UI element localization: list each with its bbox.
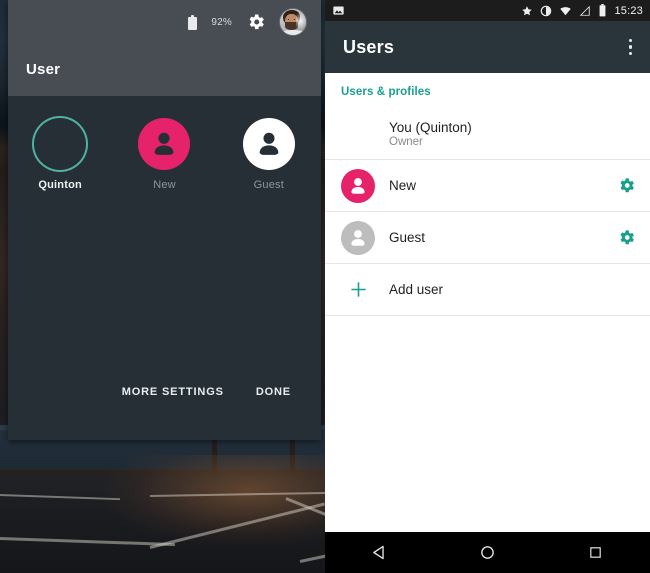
settings-content: Users & profiles You (Quinton) Owner New… bbox=[325, 73, 650, 316]
list-item-title: Add user bbox=[389, 282, 444, 297]
status-bar-clock: 15:23 bbox=[614, 4, 643, 17]
panel-actions: MORE SETTINGS DONE bbox=[8, 376, 321, 408]
user-switcher-panel: 92% User Quinton New Guest MORE SETTINGS… bbox=[8, 0, 321, 440]
user-tile-guest[interactable]: Guest bbox=[217, 118, 321, 191]
app-bar: Users bbox=[325, 21, 650, 73]
status-bar-system-icons: 15:23 bbox=[521, 4, 643, 17]
user-tile-label: New bbox=[153, 179, 176, 191]
recents-icon[interactable] bbox=[566, 532, 626, 573]
user-tile-new[interactable]: New bbox=[112, 118, 216, 191]
plus-icon bbox=[341, 280, 375, 299]
person-icon bbox=[341, 220, 375, 255]
list-item-title: Guest bbox=[389, 230, 426, 245]
panel-header: 92% User bbox=[8, 0, 321, 96]
section-header-users-profiles: Users & profiles bbox=[341, 86, 431, 98]
user-tile-label: Guest bbox=[253, 179, 284, 191]
gear-icon[interactable] bbox=[617, 176, 636, 195]
list-item-text: Guest bbox=[389, 230, 603, 245]
screenshot-icon bbox=[333, 6, 344, 15]
home-icon[interactable] bbox=[457, 532, 517, 573]
list-item-text: Add user bbox=[389, 282, 636, 297]
panel-title: User bbox=[26, 61, 61, 78]
done-button[interactable]: DONE bbox=[240, 376, 307, 408]
panel-status-row: 92% bbox=[188, 9, 306, 35]
star-icon bbox=[522, 5, 533, 15]
quick-settings-screen: 92% User Quinton New Guest MORE SETTINGS… bbox=[0, 0, 325, 573]
list-item-title: New bbox=[389, 178, 417, 193]
page-title: Users bbox=[343, 36, 395, 57]
list-item-add-user[interactable]: Add user bbox=[325, 264, 650, 316]
status-bar: 15:23 bbox=[325, 0, 650, 21]
list-item-title: You (Quinton) bbox=[389, 119, 472, 135]
battery-icon bbox=[600, 4, 606, 17]
list-item-text: New bbox=[389, 178, 603, 193]
list-item-new[interactable]: New bbox=[325, 160, 650, 212]
users-settings-screen: 15:23 Users Users & profiles You (Quinto… bbox=[325, 0, 650, 573]
back-glyph bbox=[372, 545, 384, 560]
user-tile-quinton[interactable]: Quinton bbox=[8, 118, 112, 191]
battery-percent-label: 92% bbox=[211, 16, 232, 28]
back-icon[interactable] bbox=[349, 532, 409, 573]
do-not-disturb-icon bbox=[541, 5, 552, 16]
person-glyph bbox=[155, 132, 174, 155]
avatar-quinton bbox=[341, 117, 375, 151]
wallpaper-road-line bbox=[299, 551, 325, 563]
person-glyph bbox=[351, 177, 365, 194]
avatar-quinton[interactable] bbox=[34, 118, 86, 170]
user-tile-label: Quinton bbox=[38, 179, 82, 191]
avatar-face bbox=[280, 9, 306, 35]
wifi-icon bbox=[560, 6, 572, 15]
kebab-menu-icon[interactable] bbox=[625, 33, 637, 62]
gear-icon[interactable] bbox=[617, 228, 636, 247]
avatar-quinton[interactable] bbox=[280, 9, 306, 35]
person-icon[interactable] bbox=[242, 118, 295, 170]
home-glyph bbox=[481, 546, 494, 559]
person-icon bbox=[341, 168, 375, 203]
list-item-text: You (Quinton) Owner bbox=[389, 120, 636, 148]
battery-icon bbox=[188, 14, 198, 30]
list-item-you[interactable]: You (Quinton) Owner bbox=[325, 108, 650, 160]
signal-icon bbox=[580, 5, 591, 16]
person-glyph bbox=[259, 132, 279, 155]
person-icon[interactable] bbox=[138, 118, 191, 170]
list-item-guest[interactable]: Guest bbox=[325, 212, 650, 264]
navigation-bar bbox=[325, 532, 650, 573]
recents-glyph bbox=[590, 547, 602, 558]
user-list: Quinton New Guest bbox=[8, 96, 321, 191]
wallpaper-road-line bbox=[0, 494, 120, 501]
more-settings-button[interactable]: MORE SETTINGS bbox=[106, 376, 240, 408]
status-bar-notifications bbox=[332, 4, 345, 17]
person-glyph bbox=[351, 229, 365, 246]
list-item-subtitle: Owner bbox=[389, 135, 423, 148]
gear-icon[interactable] bbox=[246, 12, 266, 32]
screenshot-stage: 92% User Quinton New Guest MORE SETTINGS… bbox=[0, 0, 650, 573]
plus-glyph bbox=[350, 282, 366, 297]
